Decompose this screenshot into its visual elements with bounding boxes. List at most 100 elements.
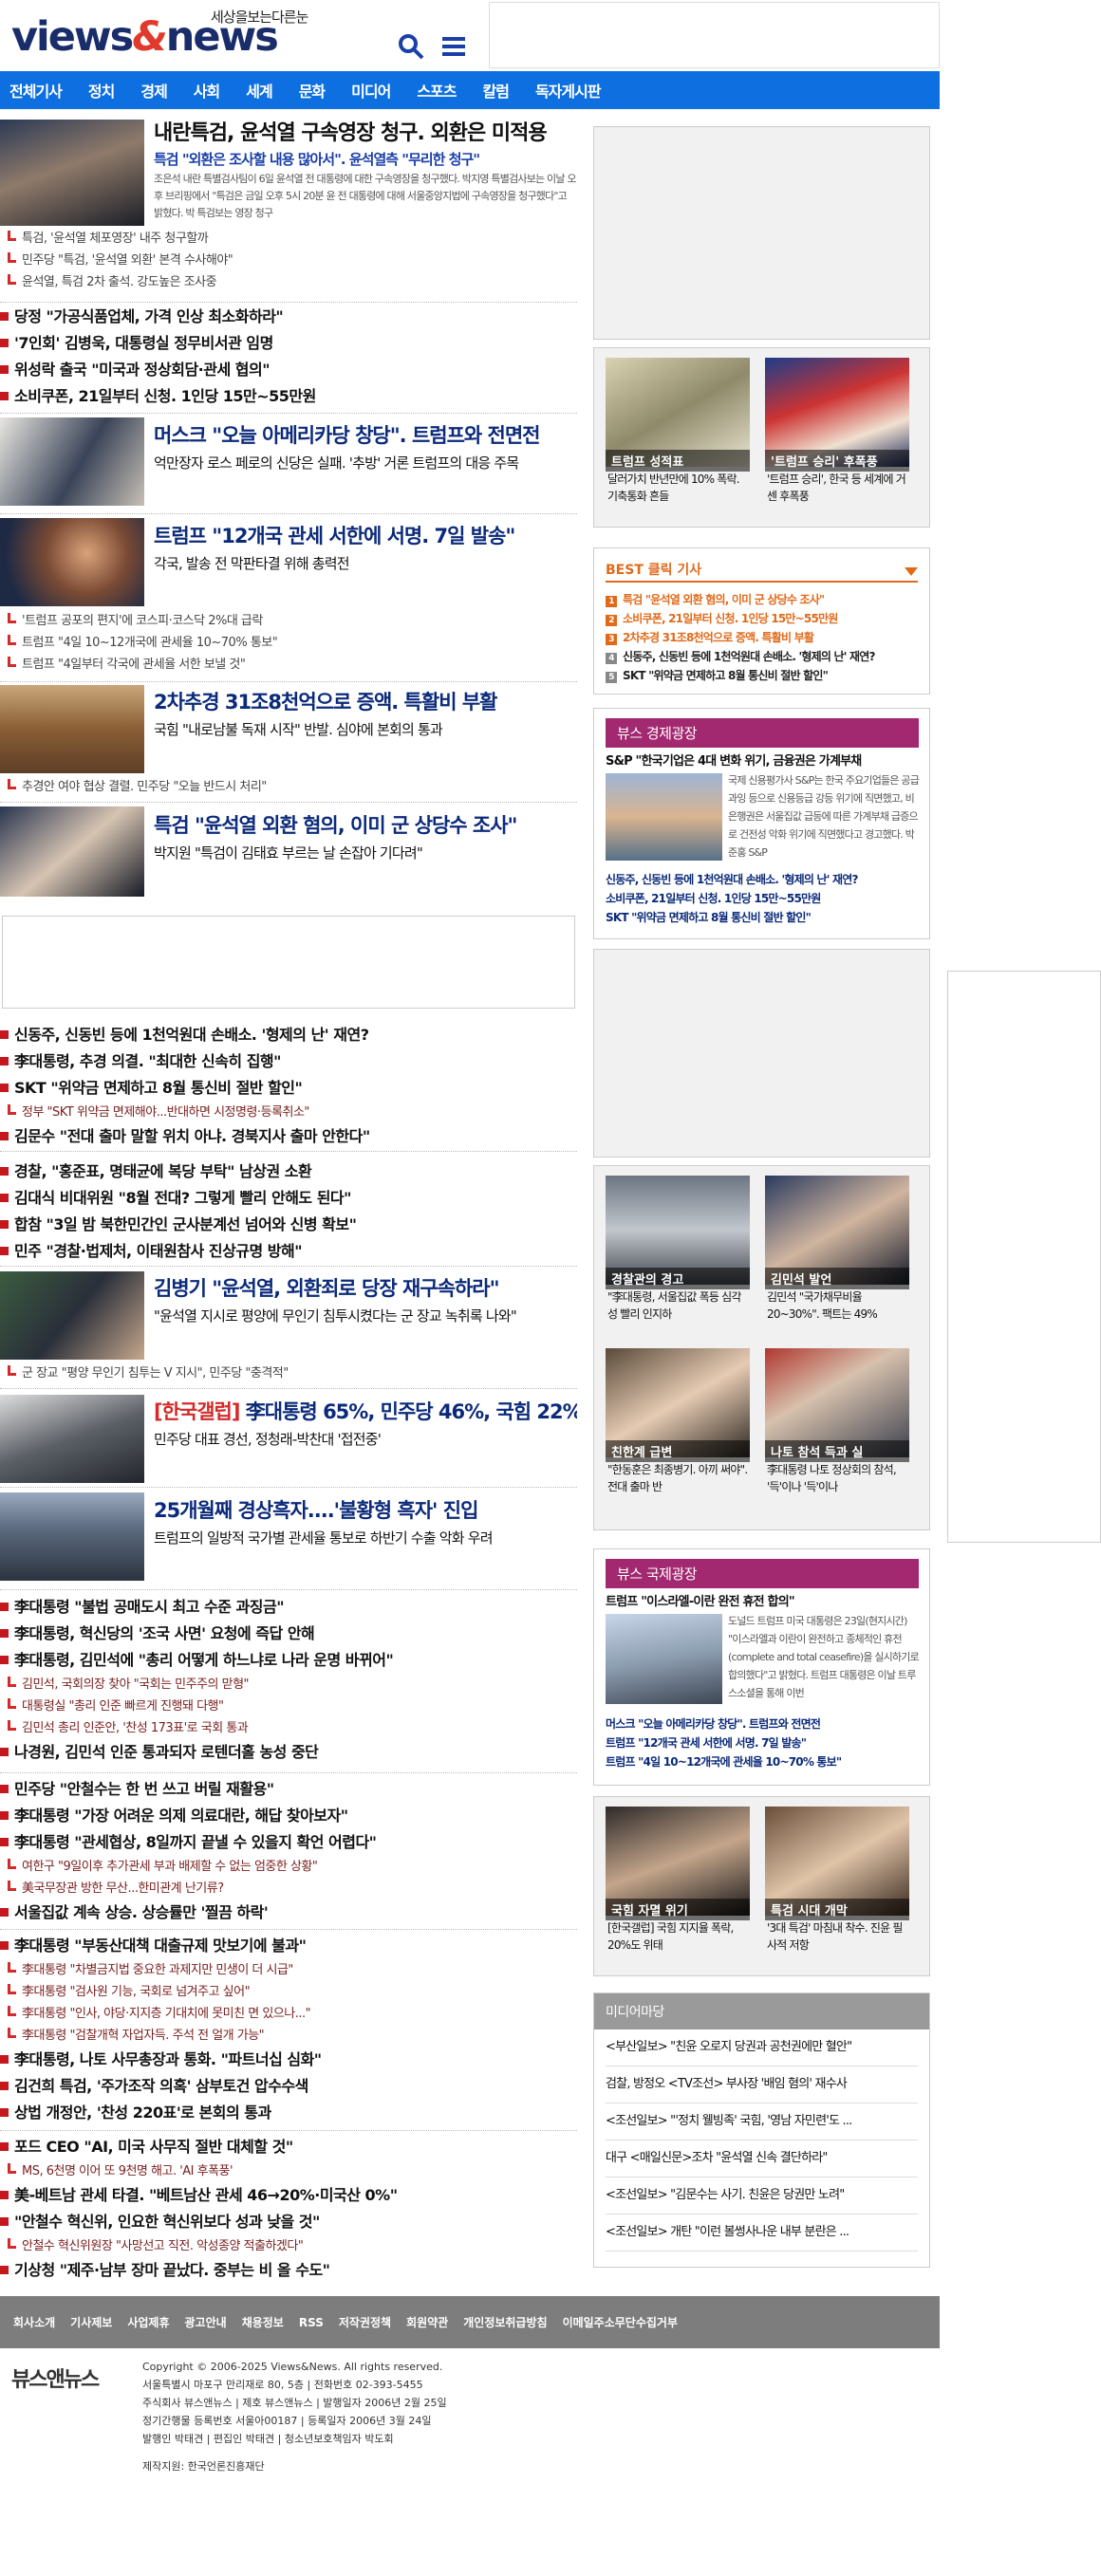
feature7-title[interactable]: 25개월째 경상흑자....'불황형 흑자' 진입 (154, 1495, 577, 1524)
side-thumb-caption[interactable]: 친한계 급변 (606, 1440, 750, 1462)
side-thumb-text[interactable]: [한국갤럽] 국힘 지지율 폭락, 20%도 위태 (607, 1919, 750, 1954)
headline-item[interactable]: 서울집값 계속 상승. 상승률만 '찔끔 하락' (0, 1900, 577, 1926)
related-link[interactable]: 李대통령 "인사, 야당·지지층 기대치에 못미친 면 있으나..." (0, 2003, 577, 2025)
headline-item[interactable]: 소비쿠폰, 21일부터 신청. 1인당 15만~55만원 (0, 383, 577, 410)
footer-link[interactable]: 기사제보 (70, 2314, 112, 2330)
feature4-photo[interactable] (0, 806, 144, 897)
headline-item[interactable]: 민주당 "안철수는 한 번 쓰고 버릴 재활용" (0, 1776, 577, 1803)
footer-link[interactable]: RSS (299, 2316, 324, 2329)
side-thumb-text[interactable]: 김민석 "국가채무비율 20~30%". 팩트는 49% (767, 1288, 909, 1323)
media-item[interactable]: <조선일보> "김문수는 사기. 친윤은 당권만 노려" (606, 2178, 918, 2215)
intl-link[interactable]: 트럼프 "12개국 관세 서한에 서명. 7일 발송" (606, 1733, 919, 1752)
headline-item[interactable]: 李대통령, 혁신당의 '조국 사면' 요청에 즉답 안해 (0, 1621, 577, 1647)
sidebar-ad-1[interactable] (593, 126, 930, 340)
lead-subtitle[interactable]: 특검 "외환은 조사할 내용 많아서". 윤석열측 "무리한 청구" (154, 148, 577, 171)
headline-item[interactable]: 경찰, "홍준표, 명태균에 복당 부탁" 남상권 소환 (0, 1158, 577, 1185)
inline-ad-slot[interactable] (2, 916, 575, 1009)
headline-item[interactable]: 李대통령, 김민석에 "총리 어떻게 하느냐로 나라 운명 바뀌어" (0, 1647, 577, 1674)
headline-item[interactable]: 포드 CEO "AI, 미국 사무직 절반 대체할 것" (0, 2134, 577, 2160)
related-link[interactable]: 특검, '윤석열 체포영장' 내주 청구할까 (0, 228, 577, 250)
related-link[interactable]: 李대통령 "차별금지법 중요한 과제지만 민생이 더 시급" (0, 1959, 577, 1981)
footer-link[interactable]: 회원약관 (406, 2314, 448, 2330)
headline-item[interactable]: 김문수 "전대 출마 말할 위치 아냐. 경북지사 출마 안한다" (0, 1123, 577, 1150)
feature6-title[interactable]: [한국갤럽] 李대통령 65%, 민주당 46%, 국힘 22% (154, 1397, 577, 1425)
related-link[interactable]: 김민석 총리 인준안, '찬성 173표'로 국회 통과 (0, 1717, 577, 1739)
lead-title[interactable]: 내란특검, 윤석열 구속영장 청구. 외환은 미적용 (154, 120, 577, 148)
side-thumb-caption[interactable]: 김민석 발언 (765, 1268, 909, 1289)
feature6-photo[interactable] (0, 1395, 144, 1483)
related-link[interactable]: 李대통령 "검찰개혁 자업자득. 주석 전 얼개 가능" (0, 2025, 577, 2047)
related-link[interactable]: 윤석열, 특검 2차 출석. 강도높은 조사중 (0, 271, 577, 293)
headline-item[interactable]: "안철수 혁신위, 인요한 혁신위보다 성과 낮을 것" (0, 2209, 577, 2235)
footer-link[interactable]: 광고안내 (185, 2314, 227, 2330)
econ-link[interactable]: SKT "위약금 면제하고 8월 통신비 절반 할인" (606, 908, 919, 927)
nav-item-6[interactable]: 미디어 (351, 79, 391, 102)
best-item[interactable]: 5 SKT "위약금 면제하고 8월 통신비 절반 할인" (606, 666, 919, 685)
headline-item[interactable]: 민주 "경찰·법제처, 이태원참사 진상규명 방해" (0, 1238, 577, 1265)
intl-photo[interactable] (606, 1614, 722, 1704)
intl-headline[interactable]: 트럼프 "이스라엘-이란 완전 휴전 합의" (606, 1591, 919, 1609)
side-thumb-text[interactable]: "한동훈은 최종병기. 아끼 써야". 전대 출마 반 (607, 1461, 750, 1495)
feature2-title[interactable]: 트럼프 "12개국 관세 서한에 서명. 7일 발송" (154, 521, 577, 549)
menu-icon[interactable] (439, 32, 468, 61)
right-skyscraper-ad[interactable] (947, 971, 1101, 1543)
best-item[interactable]: 1 특검 "윤석열 외환 혐의, 이미 군 상당수 조사" (606, 590, 919, 609)
headline-item[interactable]: 李대통령 "가장 어려운 의제 의료대란, 해답 찾아보자" (0, 1803, 577, 1829)
search-icon[interactable] (397, 32, 425, 61)
headline-item[interactable]: 美-베트남 관세 타결. "베트남산 관세 46→20%·미국산 0%" (0, 2182, 577, 2209)
headline-item[interactable]: 합참 "3일 밤 북한민간인 군사분계선 넘어와 신병 확보" (0, 1212, 577, 1238)
site-logo[interactable]: views&news (11, 13, 279, 61)
nav-item-4[interactable]: 세계 (246, 79, 272, 102)
related-link[interactable]: 여한구 "9일이후 추가관세 부과 배제할 수 없는 엄중한 상황" (0, 1856, 577, 1878)
feature7-photo[interactable] (0, 1492, 144, 1581)
side-thumb-caption[interactable]: 트럼프 성적표 (606, 450, 750, 472)
nav-item-9[interactable]: 독자게시판 (535, 79, 602, 102)
related-link[interactable]: 군 장교 "평양 무인기 침투는 V 지시", 민주당 "충격적" (0, 1362, 577, 1384)
feature3-photo[interactable] (0, 685, 144, 773)
side-thumb-text[interactable]: "李대통령, 서울집값 폭등 심각성 빨리 인지하 (607, 1288, 750, 1323)
econ-link[interactable]: 신동주, 신동빈 등에 1천억원대 손배소. '형제의 난' 재연? (606, 870, 919, 889)
footer-link[interactable]: 사업제휴 (127, 2314, 169, 2330)
feature5-photo[interactable] (0, 1271, 144, 1360)
best-item[interactable]: 2 소비쿠폰, 21일부터 신청. 1인당 15만~55만원 (606, 609, 919, 628)
intl-link[interactable]: 머스크 "오늘 아메리카당 창당". 트럼프와 전면전 (606, 1714, 919, 1733)
related-link[interactable]: 민주당 "특검, '윤석열 외환' 본격 수사해야" (0, 250, 577, 271)
related-link[interactable]: MS, 6천명 이어 또 9천명 해고. 'AI 후폭풍' (0, 2160, 577, 2182)
headline-item[interactable]: 당정 "가공식품업체, 가격 인상 최소화하라" (0, 304, 577, 330)
headline-item[interactable]: 상법 개정안, '찬성 220표'로 본회의 통과 (0, 2100, 577, 2126)
best-item[interactable]: 3 2차추경 31조8천억으로 증액. 특활비 부활 (606, 628, 919, 647)
headline-item[interactable]: 李대통령 "불법 공매도시 최고 수준 과징금" (0, 1594, 577, 1621)
nav-item-3[interactable]: 사회 (194, 79, 220, 102)
econ-photo[interactable] (606, 773, 722, 861)
side-thumb-caption[interactable]: 특검 시대 개막 (765, 1899, 909, 1920)
feature1-title[interactable]: 머스크 "오늘 아메리카당 창당". 트럼프와 전면전 (154, 420, 577, 449)
side-thumb-text[interactable]: 李대통령 나토 정상회의 참석, '득'이나 '득'이나 (767, 1461, 909, 1495)
econ-link[interactable]: 소비쿠폰, 21일부터 신청. 1인당 15만~55만원 (606, 889, 919, 908)
nav-item-1[interactable]: 정치 (88, 79, 115, 102)
nav-item-2[interactable]: 경제 (140, 79, 167, 102)
econ-headline[interactable]: S&P "한국기업은 4대 변화 위기, 금융권은 가계부채 (606, 751, 919, 769)
side-thumb-text[interactable]: '3대 특검' 마침내 착수. 진윤 필사적 저항 (767, 1919, 909, 1954)
related-link[interactable]: 트럼프 "4일 10~12개국에 관세율 10~70% 통보" (0, 632, 577, 654)
media-item[interactable]: 대구 <매일신문>조차 "윤석열 신속 결단하라" (606, 2140, 918, 2178)
media-item[interactable]: <조선일보> "'정치 웰빙족' 국힘, '영남 자민련'도 ... (606, 2103, 918, 2140)
side-thumb-caption[interactable]: 나토 참석 득과 실 (765, 1440, 909, 1462)
headline-item[interactable]: 기상청 "제주·남부 장마 끝났다. 중부는 비 올 수도" (0, 2257, 577, 2284)
feature3-title[interactable]: 2차추경 31조8천억으로 증액. 특활비 부활 (154, 687, 577, 715)
best-arrow-icon[interactable] (905, 567, 918, 577)
feature2-photo[interactable] (0, 518, 144, 606)
nav-item-0[interactable]: 전체기사 (9, 79, 63, 102)
related-link[interactable]: 대통령실 "총리 인준 빠르게 진행돼 다행" (0, 1696, 577, 1717)
side-thumb-caption[interactable]: '트럼프 승리' 후폭풍 (765, 450, 909, 472)
footer-link[interactable]: 이메일주소무단수집거부 (563, 2314, 678, 2330)
media-item[interactable]: <조선일보> 개탄 "이런 볼썽사나운 내부 분란은 ... (606, 2215, 918, 2252)
sidebar-ad-2[interactable] (593, 949, 930, 1158)
intl-link[interactable]: 트럼프 "4일 10~12개국에 관세율 10~70% 통보" (606, 1752, 919, 1771)
headline-item[interactable]: 李대통령 "관세협상, 8일까지 끝낼 수 있을지 확언 어렵다" (0, 1829, 577, 1856)
headline-item[interactable]: 李대통령, 추경 의결. "최대한 신속히 집행" (0, 1048, 577, 1075)
side-thumb-text[interactable]: '트럼프 승리', 한국 등 세계에 거센 후폭풍 (767, 471, 909, 505)
related-link[interactable]: 美국무장관 방한 무산...한미관계 난기류? (0, 1878, 577, 1900)
related-link[interactable]: 안철수 혁신위원장 "사망선고 직전. 악성종양 적출하겠다" (0, 2235, 577, 2257)
headline-item[interactable]: 김대식 비대위원 "8월 전대? 그렇게 빨리 안해도 된다" (0, 1185, 577, 1212)
headline-item[interactable]: '7인회' 김병욱, 대통령실 정무비서관 임명 (0, 330, 577, 357)
